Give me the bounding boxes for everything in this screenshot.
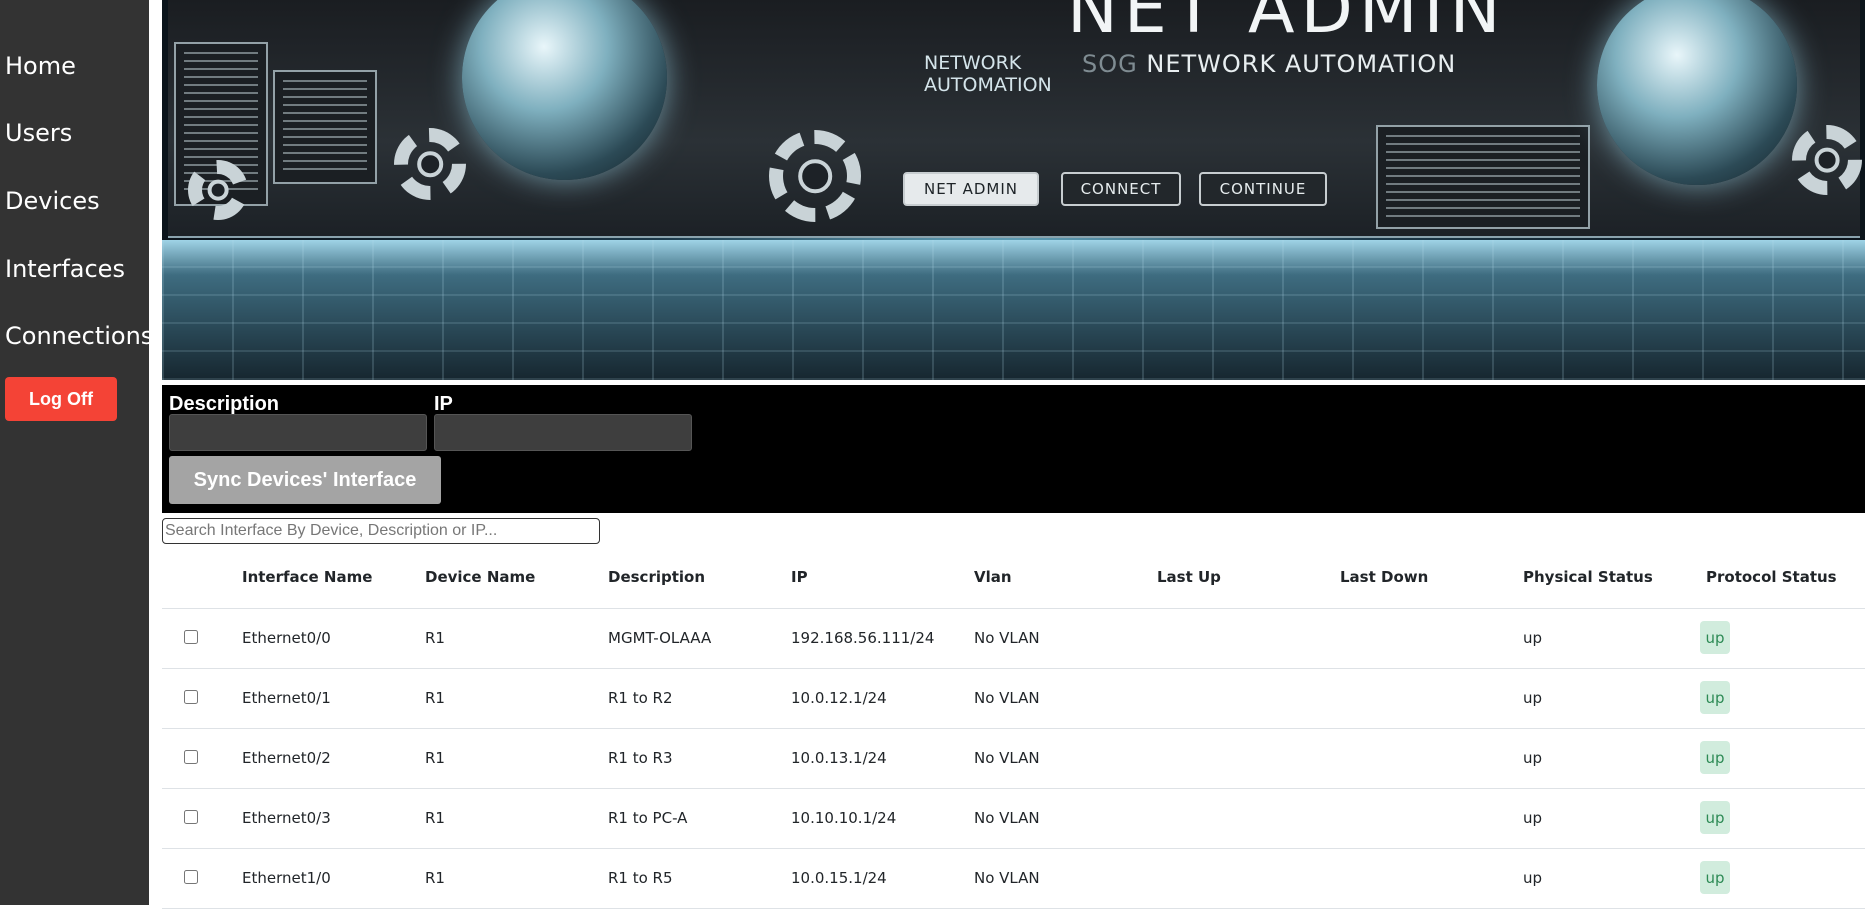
- cell-ip: 192.168.56.111/24: [791, 629, 935, 647]
- column-header-last-down: Last Down: [1340, 568, 1429, 586]
- log-off-button[interactable]: Log Off: [5, 377, 117, 421]
- cell-vlan: No VLAN: [974, 809, 1040, 827]
- sync-devices-interface-button[interactable]: Sync Devices' Interface: [169, 456, 441, 504]
- cell-device-name: R1: [425, 749, 445, 767]
- gear-icon: [394, 128, 466, 200]
- column-header-ip: IP: [791, 568, 808, 586]
- gear-icon: [1792, 125, 1862, 195]
- table-row: Ethernet0/0 R1 MGMT-OLAAA 192.168.56.111…: [162, 609, 1865, 669]
- terminal-panel-right: [1376, 125, 1590, 229]
- cell-physical-status: up: [1523, 629, 1543, 647]
- sidebar-item-home[interactable]: Home: [5, 52, 76, 80]
- protocol-status-badge: up: [1700, 741, 1730, 774]
- ip-input[interactable]: [434, 414, 692, 451]
- description-input[interactable]: [169, 414, 427, 451]
- column-header-device-name: Device Name: [425, 568, 536, 586]
- ip-label: IP: [434, 393, 453, 415]
- column-header-physical-status: Physical Status: [1523, 568, 1653, 586]
- banner-side-label: NETWORK AUTOMATION: [924, 52, 1052, 96]
- cell-physical-status: up: [1523, 869, 1543, 887]
- banner-subtitle-prefix: SOG: [1082, 50, 1138, 78]
- cell-physical-status: up: [1523, 809, 1543, 827]
- row-checkbox[interactable]: [184, 810, 198, 824]
- sidebar-item-interfaces[interactable]: Interfaces: [5, 255, 125, 283]
- column-header-last-up: Last Up: [1157, 568, 1221, 586]
- banner-button-connect: CONNECT: [1061, 172, 1181, 206]
- column-header-description: Description: [608, 568, 706, 586]
- banner-button-continue: CONTINUE: [1199, 172, 1327, 206]
- search-input[interactable]: [162, 518, 600, 544]
- cell-device-name: R1: [425, 689, 445, 707]
- cell-ip: 10.0.12.1/24: [791, 689, 887, 707]
- description-label: Description: [169, 393, 280, 415]
- banner-side-label-line-2: AUTOMATION: [924, 74, 1052, 96]
- cell-interface-name: Ethernet0/0: [242, 629, 331, 647]
- table-header: Interface Name Device Name Description I…: [162, 548, 1865, 609]
- table-row: Ethernet0/1 R1 R1 to R2 10.0.12.1/24 No …: [162, 669, 1865, 729]
- cell-description: R1 to R5: [608, 869, 673, 887]
- protocol-status-badge: up: [1700, 801, 1730, 834]
- banner-side-label-line-1: NETWORK: [924, 52, 1022, 74]
- sidebar-item-connections[interactable]: Connections: [5, 322, 153, 350]
- table-row: Ethernet0/3 R1 R1 to PC-A 10.10.10.1/24 …: [162, 789, 1865, 849]
- banner-floor: [162, 240, 1865, 380]
- protocol-status-badge: up: [1700, 861, 1730, 894]
- protocol-status-badge: up: [1700, 681, 1730, 714]
- banner-subtitle: SOG NETWORK AUTOMATION: [1082, 50, 1456, 78]
- sidebar-item-users[interactable]: Users: [5, 119, 72, 147]
- cell-interface-name: Ethernet0/2: [242, 749, 331, 767]
- banner-button-net-admin: NET ADMIN: [903, 172, 1039, 206]
- sync-form: Description IP Sync Devices' Interface: [162, 385, 1865, 513]
- row-checkbox[interactable]: [184, 750, 198, 764]
- cell-vlan: No VLAN: [974, 749, 1040, 767]
- terminal-panel-left-2: [273, 70, 377, 184]
- sidebar: Home Users Devices Interfaces Connection…: [0, 0, 153, 905]
- cell-ip: 10.0.15.1/24: [791, 869, 887, 887]
- protocol-status-badge: up: [1700, 621, 1730, 654]
- table-row: Ethernet1/0 R1 R1 to R5 10.0.15.1/24 No …: [162, 849, 1865, 909]
- cell-vlan: No VLAN: [974, 689, 1040, 707]
- interfaces-table: Interface Name Device Name Description I…: [162, 548, 1865, 909]
- cell-interface-name: Ethernet0/1: [242, 689, 331, 707]
- cell-device-name: R1: [425, 629, 445, 647]
- cell-physical-status: up: [1523, 749, 1543, 767]
- cell-ip: 10.10.10.1/24: [791, 809, 897, 827]
- cell-description: R1 to R2: [608, 689, 673, 707]
- cell-description: R1 to PC-A: [608, 809, 688, 827]
- cell-interface-name: Ethernet1/0: [242, 869, 331, 887]
- column-header-protocol-status: Protocol Status: [1706, 568, 1837, 586]
- table-row: Ethernet0/2 R1 R1 to R3 10.0.13.1/24 No …: [162, 729, 1865, 789]
- cell-device-name: R1: [425, 809, 445, 827]
- row-checkbox[interactable]: [184, 630, 198, 644]
- column-header-interface-name: Interface Name: [242, 568, 373, 586]
- cell-ip: 10.0.13.1/24: [791, 749, 887, 767]
- cell-vlan: No VLAN: [974, 629, 1040, 647]
- row-checkbox[interactable]: [184, 690, 198, 704]
- gear-icon: [769, 130, 861, 222]
- gear-icon: [188, 160, 248, 220]
- cell-interface-name: Ethernet0/3: [242, 809, 331, 827]
- cell-vlan: No VLAN: [974, 869, 1040, 887]
- sidebar-item-devices[interactable]: Devices: [5, 187, 100, 215]
- banner-title: NET ADMIN: [1067, 0, 1507, 49]
- cell-description: R1 to R3: [608, 749, 673, 767]
- cell-physical-status: up: [1523, 689, 1543, 707]
- banner-subtitle-text: NETWORK AUTOMATION: [1146, 50, 1457, 78]
- column-header-vlan: Vlan: [974, 568, 1012, 586]
- row-checkbox[interactable]: [184, 870, 198, 884]
- cell-device-name: R1: [425, 869, 445, 887]
- banner-image: NET ADMIN SOG NETWORK AUTOMATION NETWORK…: [162, 0, 1865, 380]
- cell-description: MGMT-OLAAA: [608, 629, 712, 647]
